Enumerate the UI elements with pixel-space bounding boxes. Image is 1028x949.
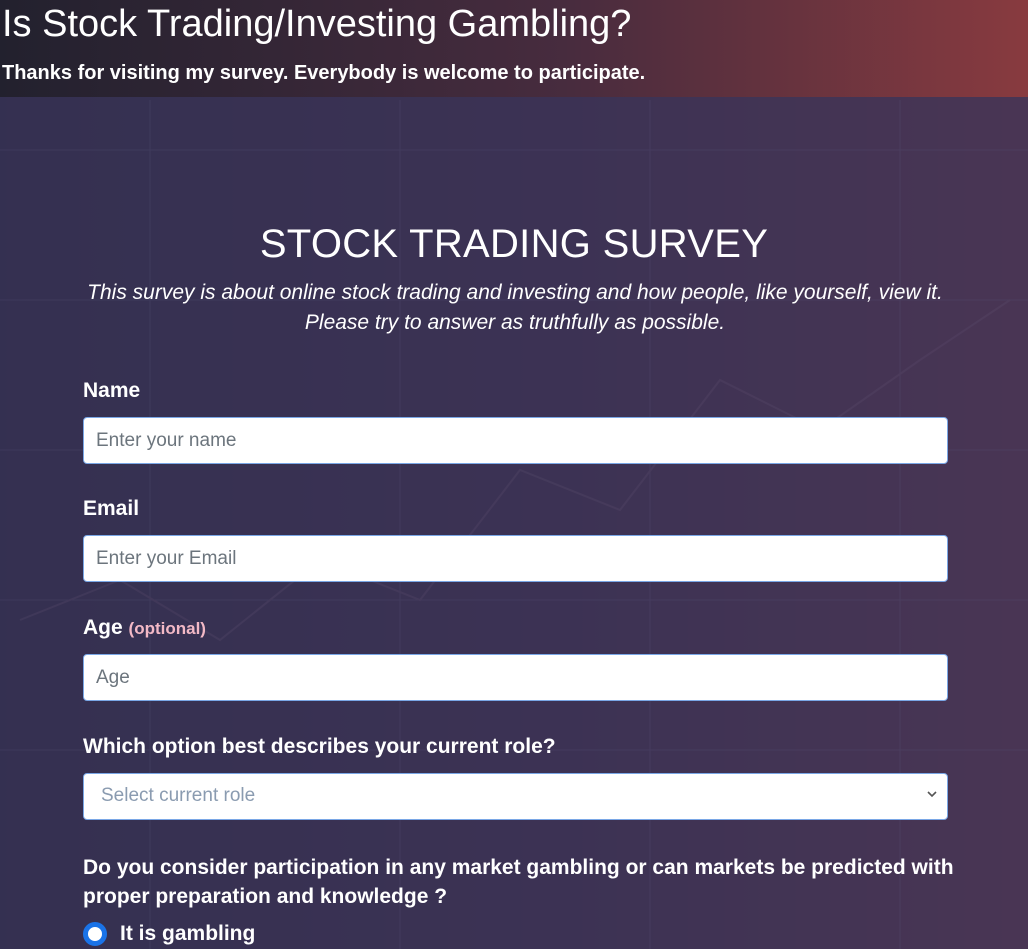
gambling-question-label: Do you consider participation in any mar… <box>83 856 954 908</box>
name-label: Name <box>83 379 141 402</box>
role-label: Which option best describes your current… <box>83 735 556 758</box>
radio-selected-icon[interactable] <box>83 922 107 946</box>
page-subtitle: Thanks for visiting my survey. Everybody… <box>2 62 646 84</box>
email-label: Email <box>83 497 140 520</box>
role-select[interactable]: Select current role <box>83 773 948 820</box>
name-input[interactable] <box>83 417 948 464</box>
email-input[interactable] <box>83 535 948 582</box>
role-select-value: Select current role <box>101 785 256 806</box>
optional-tag: (optional) <box>128 619 206 638</box>
page-title: Is Stock Trading/Investing Gambling? <box>2 3 632 45</box>
survey-description: This survey is about online stock tradin… <box>87 281 943 334</box>
age-input[interactable] <box>83 654 948 701</box>
radio-option-it-is-gambling[interactable]: It is gambling <box>83 920 255 948</box>
page-header: Is Stock Trading/Investing Gambling? Tha… <box>0 0 1028 97</box>
age-label: Age (optional) <box>83 615 206 642</box>
survey-title: STOCK TRADING SURVEY <box>259 222 769 266</box>
age-label-text: Age <box>83 616 123 639</box>
radio-option-label: It is gambling <box>120 922 256 945</box>
chevron-down-icon <box>927 791 937 798</box>
